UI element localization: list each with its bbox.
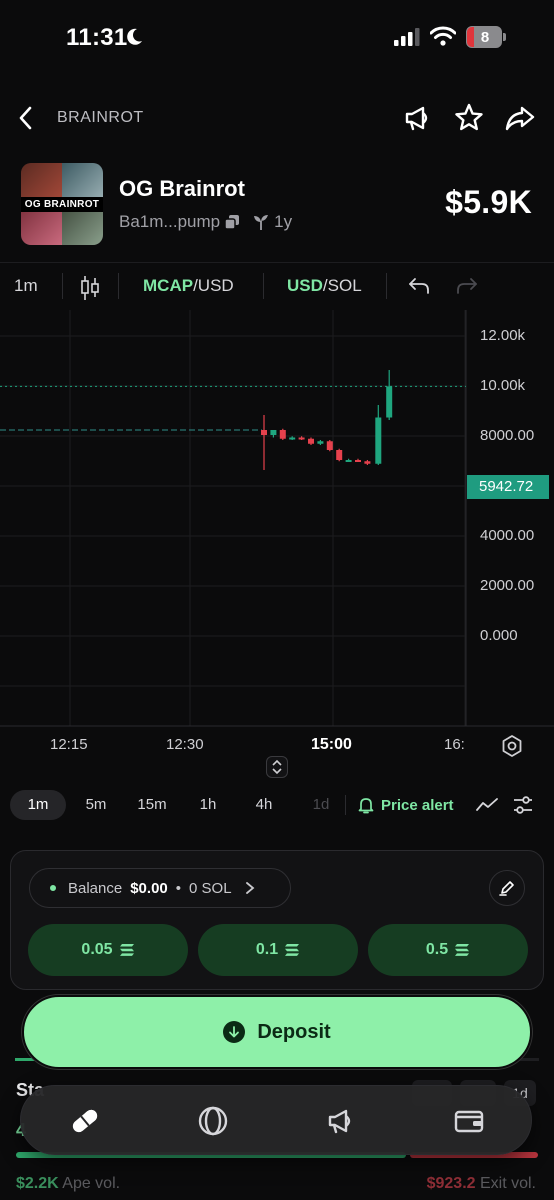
timeframe-bar: 1m 5m 15m 1h 4h 1d Price alert: [0, 786, 554, 824]
share-icon[interactable]: [504, 102, 536, 134]
sprout-icon: [254, 215, 269, 230]
undo-icon[interactable]: [408, 277, 430, 295]
balance-pill[interactable]: Balance $0.00 • 0 SOL: [29, 868, 291, 908]
pill-icon[interactable]: [69, 1105, 101, 1137]
moon-icon: [127, 28, 142, 45]
price-alert-button[interactable]: Price alert: [357, 790, 454, 820]
current-price-label: 5942.72: [467, 475, 549, 499]
timeframe-15m[interactable]: 15m: [130, 790, 174, 820]
x-axis-label: 12:30: [166, 736, 204, 753]
status-dot: [50, 885, 56, 891]
candlestick: [386, 370, 393, 420]
token-age: 1y: [274, 212, 293, 231]
timeframe-4h[interactable]: 4h: [246, 790, 282, 820]
status-time: 11:31: [66, 24, 128, 51]
pencil-icon: [499, 881, 514, 896]
circle-icon[interactable]: [197, 1105, 229, 1137]
token-header: OG BRAINROT OG Brainrot Ba1m...pump 1y $…: [0, 162, 554, 248]
candlestick: [355, 458, 361, 462]
trade-panel: Balance $0.00 • 0 SOL 0.05 0.1 0.5: [10, 850, 544, 990]
candlestick: [279, 428, 286, 440]
settings-gear-icon[interactable]: [500, 734, 524, 758]
balance-usd: $0.00: [130, 879, 168, 897]
token-price: $5.9K: [445, 184, 532, 220]
token-address[interactable]: Ba1m...pump: [119, 212, 220, 232]
candlestick: [289, 436, 296, 440]
chart-toolbar: 1m MCAP/USD USD/SOL: [0, 262, 554, 310]
timeframe-5m[interactable]: 5m: [76, 790, 116, 820]
token-image-label: OG BRAINROT: [21, 197, 103, 212]
arrow-down-circle-icon: [223, 1021, 246, 1043]
bell-icon: [358, 798, 374, 814]
battery-indicator: 8: [466, 26, 506, 48]
balance-label: Balance: [68, 879, 123, 897]
wallet-icon[interactable]: [453, 1105, 485, 1137]
balance-sol: 0 SOL: [189, 879, 232, 897]
back-icon[interactable]: [14, 104, 38, 132]
y-axis-label: 0.000: [480, 627, 518, 644]
signal-icon: [394, 28, 420, 46]
candlestick: [326, 440, 333, 452]
megaphone-icon[interactable]: [325, 1105, 357, 1137]
x-axis-label: 15:00: [311, 736, 352, 753]
page-title: BRAINROT: [57, 109, 144, 126]
nav-header: BRAINROT: [0, 96, 554, 140]
x-axis-label: 16:: [444, 736, 465, 753]
candlestick: [345, 458, 352, 462]
candlestick: [375, 405, 382, 465]
candlestick: [308, 437, 314, 445]
candlestick-icon[interactable]: [80, 275, 100, 301]
token-meta: Ba1m...pump 1y: [119, 212, 292, 232]
price-alert-label: Price alert: [381, 796, 454, 814]
price-chart[interactable]: 12.00k 10.00k 8000.00 4000.00 2000.00 0.000 1…: [0, 310, 554, 778]
deposit-label: Deposit: [257, 1020, 331, 1043]
candlestick: [317, 440, 324, 445]
timeframe-1h[interactable]: 1h: [190, 790, 226, 820]
solana-icon: [119, 944, 134, 956]
timeframe-1d[interactable]: 1d: [304, 790, 338, 820]
exit-volume: $923.2 Exit vol.: [426, 1175, 536, 1192]
chart-canvas[interactable]: [0, 310, 554, 778]
y-axis-label: 4000.00: [480, 527, 535, 544]
megaphone-icon[interactable]: [402, 102, 434, 134]
mcap-usd-toggle[interactable]: MCAP/USD: [143, 276, 234, 296]
status-bar: 11:31 8: [0, 0, 554, 80]
token-image: OG BRAINROT: [21, 163, 103, 245]
copy-icon[interactable]: [224, 214, 240, 230]
y-axis-label: 10.00k: [480, 377, 526, 394]
edit-amounts-button[interactable]: [489, 870, 525, 906]
buy-amount-button[interactable]: 0.5: [368, 924, 528, 976]
buy-amount-button[interactable]: 0.1: [198, 924, 358, 976]
battery-level: 8: [480, 29, 490, 46]
chart-interval-button[interactable]: 1m: [14, 276, 38, 296]
y-axis-label: 12.00k: [480, 327, 526, 344]
candlestick: [364, 460, 371, 465]
bottom-tab-bar: [20, 1085, 532, 1155]
line-chart-icon[interactable]: [476, 795, 498, 815]
solana-icon: [455, 944, 470, 956]
buy-amount-button[interactable]: 0.05: [28, 924, 188, 976]
chart-resize-handle[interactable]: [266, 756, 288, 778]
wifi-icon: [430, 26, 456, 46]
usd-sol-toggle[interactable]: USD/SOL: [287, 276, 362, 296]
sliders-icon[interactable]: [512, 794, 534, 816]
token-name: OG Brainrot: [119, 176, 245, 201]
timeframe-1m[interactable]: 1m: [10, 790, 66, 820]
candlestick: [336, 448, 343, 462]
y-axis-label: 8000.00: [480, 427, 535, 444]
candlestick: [261, 415, 267, 470]
chevron-right-icon: [245, 882, 254, 894]
deposit-button[interactable]: Deposit: [22, 995, 532, 1069]
redo-icon[interactable]: [456, 277, 478, 295]
star-icon[interactable]: [453, 102, 485, 134]
y-axis-label: 2000.00: [480, 577, 535, 594]
candlestick: [298, 436, 305, 440]
expand-icon: [272, 759, 282, 775]
x-axis-label: 12:15: [50, 736, 88, 753]
solana-icon: [285, 944, 300, 956]
ape-volume: $2.2K Ape vol.: [16, 1175, 121, 1192]
